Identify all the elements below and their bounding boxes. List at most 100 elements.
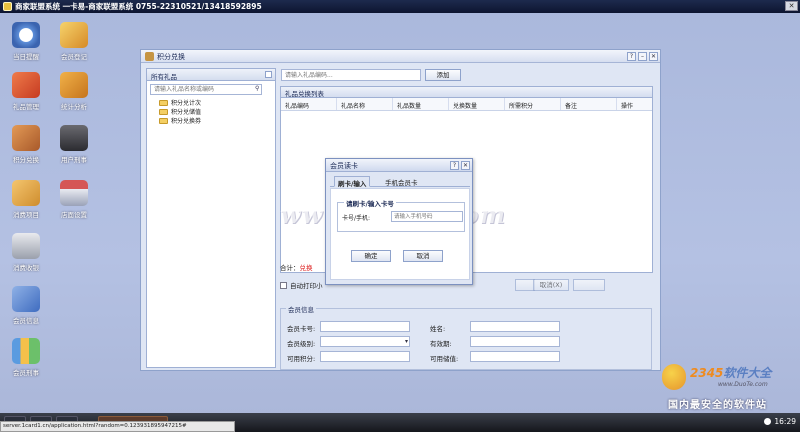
mascot-icon	[662, 364, 686, 390]
list-title: 礼品兑换列表	[281, 87, 652, 98]
card-label: 卡号/手机:	[342, 215, 371, 222]
system-clock: 16:29	[764, 417, 796, 426]
chevron-down-icon: ▾	[404, 338, 408, 345]
ok-button[interactable]: 确定	[351, 250, 391, 262]
store-icon	[60, 180, 88, 206]
tree-item[interactable]: 积分兑计次	[159, 98, 201, 107]
autoprint-option[interactable]: 自动打印小	[280, 280, 323, 290]
member-points-label: 可用积分:	[287, 355, 316, 363]
cancel-exchange-button[interactable]: 取消(X)	[533, 279, 569, 291]
member-balance-label: 可用储值:	[430, 355, 459, 363]
app-title-bar: 商家联盟系统 一卡易-商家联盟系统 0755-22310521/13418592…	[0, 0, 800, 13]
desktop-icon-cashier[interactable]: 消费收银	[4, 233, 48, 272]
member-name-label: 姓名:	[430, 325, 446, 333]
search-icon[interactable]: ⚲	[255, 85, 259, 92]
minimize-icon[interactable]: –	[638, 52, 647, 61]
member-expiry-field[interactable]	[470, 336, 560, 347]
member-info-icon	[12, 286, 40, 312]
window-title: 积分兑换	[157, 53, 185, 61]
desktop-icon-member-stats[interactable]: 会员刑事	[4, 338, 48, 377]
brand-slogan: 国内最安全的软件站	[668, 400, 767, 411]
desktop-icon-gift-management[interactable]: 礼品管理	[4, 72, 48, 111]
brand-badge: 2345软件大全 www.DuoTe.com 国内最安全的软件站	[660, 360, 800, 414]
folder-icon	[159, 99, 168, 106]
folder-icon	[159, 108, 168, 115]
clock-icon	[764, 418, 772, 425]
status-url: server.1card1.cn/application.html?random…	[0, 421, 235, 432]
dialog-body: 请刷卡/输入卡号 卡号/手机: 确定 取消	[330, 188, 470, 280]
member-card-field[interactable]	[320, 321, 410, 332]
gift-category-search-input[interactable]	[150, 84, 262, 95]
desktop-icon-points-exchange[interactable]: 积分兑换	[4, 125, 48, 164]
total-label: 合计：	[280, 264, 300, 272]
desktop-icon-user[interactable]: 用户刑事	[52, 125, 96, 164]
tab-mobile-card[interactable]: 手机会员卡	[382, 176, 421, 187]
tree-item[interactable]: 积分兑储值	[159, 107, 201, 116]
list-header: 礼品编码 礼品名称 礼品数量 兑换数量 所需积分 备注 操作	[281, 98, 652, 111]
dialog-title: 会员读卡	[330, 162, 358, 170]
member-level-label: 会员级别:	[287, 340, 316, 348]
gift-icon	[145, 52, 154, 61]
brand-logo: 2345软件大全	[690, 366, 772, 380]
column-header: 礼品编码	[281, 98, 337, 110]
gift-code-input[interactable]	[281, 69, 421, 81]
column-header: 礼品名称	[337, 98, 393, 110]
member-balance-field[interactable]	[470, 351, 560, 362]
desktop-icon-store-settings[interactable]: 店面设置	[52, 180, 96, 219]
brand-url: www.DuoTe.com	[718, 381, 768, 388]
help-icon[interactable]: ?	[450, 161, 459, 170]
folder-icon	[159, 117, 168, 124]
column-header: 备注	[561, 98, 617, 110]
column-header: 所需积分	[505, 98, 561, 110]
total-value: 兑换	[299, 264, 313, 272]
desktop-icon-member-register[interactable]: 会员登记	[52, 22, 96, 61]
cash-register-icon	[12, 233, 40, 259]
member-card-icon	[60, 22, 88, 48]
desktop-icon-statistics[interactable]: 统计分析	[52, 72, 96, 111]
column-header: 操作	[621, 103, 634, 110]
desktop-icon-daily-reminder[interactable]: 当日提醒	[4, 22, 48, 61]
total-row: 合计：兑换	[280, 262, 313, 272]
add-button[interactable]: 添加	[425, 69, 461, 81]
member-card-label: 会员卡号:	[287, 325, 316, 333]
member-name-field[interactable]	[470, 321, 560, 332]
gift-category-panel: 所有礼品 ⚲ 积分兑计次 积分兑储值 积分兑换券	[146, 68, 276, 368]
clock-icon	[12, 22, 40, 48]
gift-icon	[12, 72, 40, 98]
user-icon	[60, 125, 88, 151]
statistics-icon	[60, 72, 88, 98]
desktop-icon-consume-items[interactable]: 消费项目	[4, 180, 48, 219]
app-icon	[3, 2, 12, 11]
pin-icon[interactable]	[265, 71, 272, 78]
bar-chart-icon	[12, 338, 40, 364]
member-level-select[interactable]: ▾	[320, 336, 410, 347]
close-icon[interactable]: ✕	[785, 1, 798, 11]
tab-swipe-input[interactable]: 刷卡/输入	[334, 176, 371, 188]
cancel-button[interactable]: 取消	[403, 250, 443, 262]
dialog-title-bar: 会员读卡 ? ✕	[326, 159, 472, 172]
card-group-legend: 请刷卡/输入卡号	[344, 198, 396, 208]
close-icon[interactable]: ✕	[461, 161, 470, 170]
member-read-card-dialog: 会员读卡 ? ✕ 刷卡/输入 手机会员卡 请刷卡/输入卡号 卡号/手机: 确定 …	[325, 158, 473, 285]
points-bag-icon	[12, 125, 40, 151]
autoprint-checkbox[interactable]	[280, 281, 287, 289]
desktop-icon-member-info[interactable]: 会员信息	[4, 286, 48, 325]
app-title: 商家联盟系统 一卡易-商家联盟系统 0755-22310521/13418592…	[15, 2, 262, 11]
dialog-tabs: 刷卡/输入 手机会员卡	[330, 175, 470, 188]
disabled-button	[573, 279, 605, 291]
member-expiry-label: 有效期:	[430, 340, 452, 348]
column-header: 兑换数量	[449, 98, 505, 110]
help-icon[interactable]: ?	[627, 52, 636, 61]
member-points-field[interactable]	[320, 351, 410, 362]
tree-item[interactable]: 积分兑换券	[159, 116, 201, 125]
gift-category-tree: 积分兑计次 积分兑储值 积分兑换券	[159, 98, 201, 125]
member-info-legend: 会员信息	[286, 304, 316, 314]
disabled-button	[515, 279, 535, 291]
close-icon[interactable]: ✕	[649, 52, 658, 61]
member-info-section: 会员信息 会员卡号: 姓名: 会员级别: ▾ 有效期: 可用积分: 可用储值:	[280, 304, 652, 370]
basket-icon	[12, 180, 40, 206]
card-number-input[interactable]	[391, 211, 463, 222]
window-title-bar: 积分兑换 ? – ✕	[141, 50, 660, 63]
panel-title: 所有礼品	[151, 73, 177, 81]
panel-header: 所有礼品	[147, 69, 275, 81]
